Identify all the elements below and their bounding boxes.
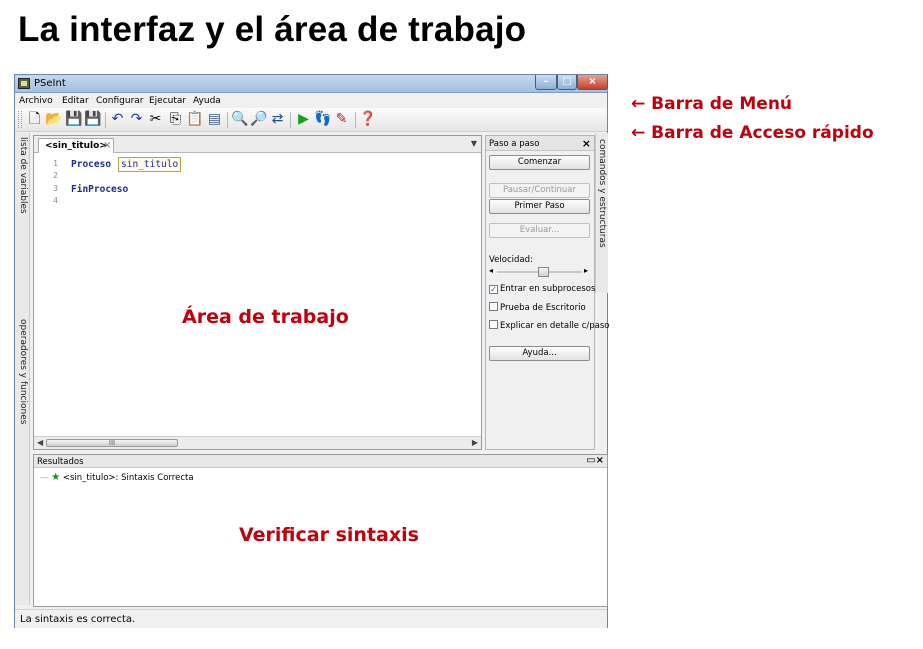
slider-left-icon[interactable]: ◂ <box>489 266 493 275</box>
results-window-controls[interactable]: ▭× <box>586 455 604 466</box>
line-number: 1 <box>53 159 58 168</box>
paste-icon[interactable]: 📋 <box>186 111 203 128</box>
tab-label: <sin_titulo> <box>45 141 107 151</box>
redo-icon[interactable]: ↷ <box>128 111 145 128</box>
tab-list-dropdown-icon[interactable]: ▼ <box>471 139 477 148</box>
slider-thumb[interactable] <box>537 267 549 277</box>
minimize-button[interactable]: – <box>535 75 557 90</box>
result-text: <sin_titulo>: Sintaxis Correcta <box>62 473 194 483</box>
open-folder-icon[interactable]: 📂 <box>45 111 62 128</box>
toolbar-grip[interactable] <box>18 111 22 128</box>
results-header: Resultados ▭× <box>34 455 607 468</box>
horizontal-scrollbar[interactable]: ◀ III ▶ <box>34 436 481 449</box>
checkbox-box[interactable]: ✓ <box>489 285 498 294</box>
tab-commands-structures[interactable]: comandos y estructuras <box>596 139 608 248</box>
checkbox-box[interactable] <box>489 320 498 329</box>
step-by-step-panel: Paso a paso × Comenzar Pausar/Continuar … <box>485 135 610 450</box>
menu-bar: Archivo Editar Configurar Ejecutar Ayuda <box>15 94 607 108</box>
start-button[interactable]: Comenzar <box>489 155 590 170</box>
editor-tab-strip: <sin_titulo> × ▼ <box>34 136 481 153</box>
speed-label: Velocidad: <box>489 255 533 265</box>
tab-operators[interactable]: operadores y funciones <box>16 319 29 424</box>
scroll-left-icon[interactable]: ◀ <box>37 438 43 447</box>
toolbar-separator <box>105 112 106 128</box>
save-icon[interactable]: 💾 <box>65 111 82 128</box>
panel-title: Paso a paso <box>489 139 540 149</box>
work-area-editor[interactable]: <sin_titulo> × ▼ 1 Proceso sin_titulo 2 … <box>33 135 482 450</box>
pseint-app-icon <box>18 78 30 89</box>
find-next-icon[interactable]: 🔎 <box>250 111 267 128</box>
copy-icon[interactable]: ⎘ <box>167 111 184 128</box>
left-side-tabs: lista de variables operadores y funcione… <box>15 133 30 605</box>
checkbox-box[interactable] <box>489 302 498 311</box>
tree-line: — <box>40 473 49 483</box>
title-bar[interactable]: PSeInt – □ × <box>15 75 608 93</box>
work-area-caption: Área de trabajo <box>182 306 349 328</box>
close-window-button[interactable]: × <box>577 75 608 90</box>
find-icon[interactable]: 🔍 <box>231 111 248 128</box>
menu-ayuda[interactable]: Ayuda <box>193 96 221 106</box>
pause-continue-button[interactable]: Pausar/Continuar <box>489 183 590 198</box>
results-title: Resultados <box>37 457 84 467</box>
status-bar: La sintaxis es correcta. <box>15 609 607 628</box>
panel-header: Paso a paso × <box>486 136 594 151</box>
help-icon[interactable]: ❓ <box>359 111 376 128</box>
success-star-icon: ★ <box>51 472 61 483</box>
line-number: 3 <box>53 184 58 193</box>
desk-check-checkbox[interactable]: Prueba de Escritorio <box>489 302 586 313</box>
menu-bar-annotation: ← Barra de Menú <box>631 94 793 114</box>
replace-icon[interactable]: ⇄ <box>269 111 286 128</box>
save-as-icon[interactable]: 💾 <box>84 111 101 128</box>
scroll-right-icon[interactable]: ▶ <box>472 438 478 447</box>
step-icon[interactable]: 👣 <box>314 111 331 128</box>
window-title: PSeInt <box>34 78 66 89</box>
menu-ejecutar[interactable]: Ejecutar <box>149 96 186 106</box>
tab-sin-titulo[interactable]: <sin_titulo> × <box>38 138 114 153</box>
line-number: 4 <box>53 196 58 205</box>
right-side-tabs: comandos y estructuras <box>595 133 608 293</box>
keyword-proceso: Proceso <box>71 159 112 170</box>
menu-configurar[interactable]: Configurar <box>96 96 144 106</box>
edit-flow-icon[interactable]: ▤ <box>206 111 223 128</box>
debug-icon[interactable]: ✎ <box>333 111 350 128</box>
keyword-finproceso: FinProceso <box>71 184 129 195</box>
result-item[interactable]: — ★ <sin_titulo>: Sintaxis Correcta <box>40 472 194 483</box>
slider-right-icon[interactable]: ▸ <box>584 266 588 275</box>
maximize-button[interactable]: □ <box>557 75 577 90</box>
slide-title: La interfaz y el área de trabajo <box>18 10 527 49</box>
tab-variables[interactable]: lista de variables <box>16 137 29 214</box>
evaluate-button[interactable]: Evaluar... <box>489 223 590 238</box>
checkbox-label: Explicar en detalle c/paso <box>500 321 610 331</box>
checkbox-label: Prueba de Escritorio <box>500 303 586 313</box>
quick-access-annotation: ← Barra de Acceso rápido <box>631 123 874 143</box>
line-number: 2 <box>53 171 58 180</box>
new-file-icon[interactable]: 🗋 <box>26 111 43 128</box>
enter-subprocesses-checkbox[interactable]: ✓ Entrar en subprocesos <box>489 284 595 294</box>
speed-slider[interactable]: ◂ ▸ <box>489 266 590 277</box>
explain-detail-checkbox[interactable]: Explicar en detalle c/paso <box>489 320 610 331</box>
status-text: La sintaxis es correcta. <box>20 614 136 625</box>
quick-access-toolbar: 🗋 📂 💾 💾 ↶ ↷ ✂ ⎘ 📋 ▤ 🔍 🔎 ⇄ ▶ 👣 ✎ ❓ <box>15 108 607 132</box>
close-icon[interactable]: × <box>582 137 591 150</box>
help-button[interactable]: Ayuda... <box>489 346 590 361</box>
scroll-thumb[interactable]: III <box>46 439 178 447</box>
undo-icon[interactable]: ↶ <box>109 111 126 128</box>
run-icon[interactable]: ▶ <box>295 111 312 128</box>
toolbar-separator <box>290 112 291 128</box>
first-step-button[interactable]: Primer Paso <box>489 199 590 214</box>
verify-syntax-caption: Verificar sintaxis <box>239 524 419 546</box>
process-name[interactable]: sin_titulo <box>118 157 182 172</box>
cut-icon[interactable]: ✂ <box>147 111 164 128</box>
menu-editar[interactable]: Editar <box>62 96 89 106</box>
checkbox-label: Entrar en subprocesos <box>500 284 596 294</box>
toolbar-separator <box>355 112 356 128</box>
menu-archivo[interactable]: Archivo <box>19 96 53 106</box>
toolbar-separator <box>227 112 228 128</box>
close-tab-icon[interactable]: × <box>103 140 111 151</box>
